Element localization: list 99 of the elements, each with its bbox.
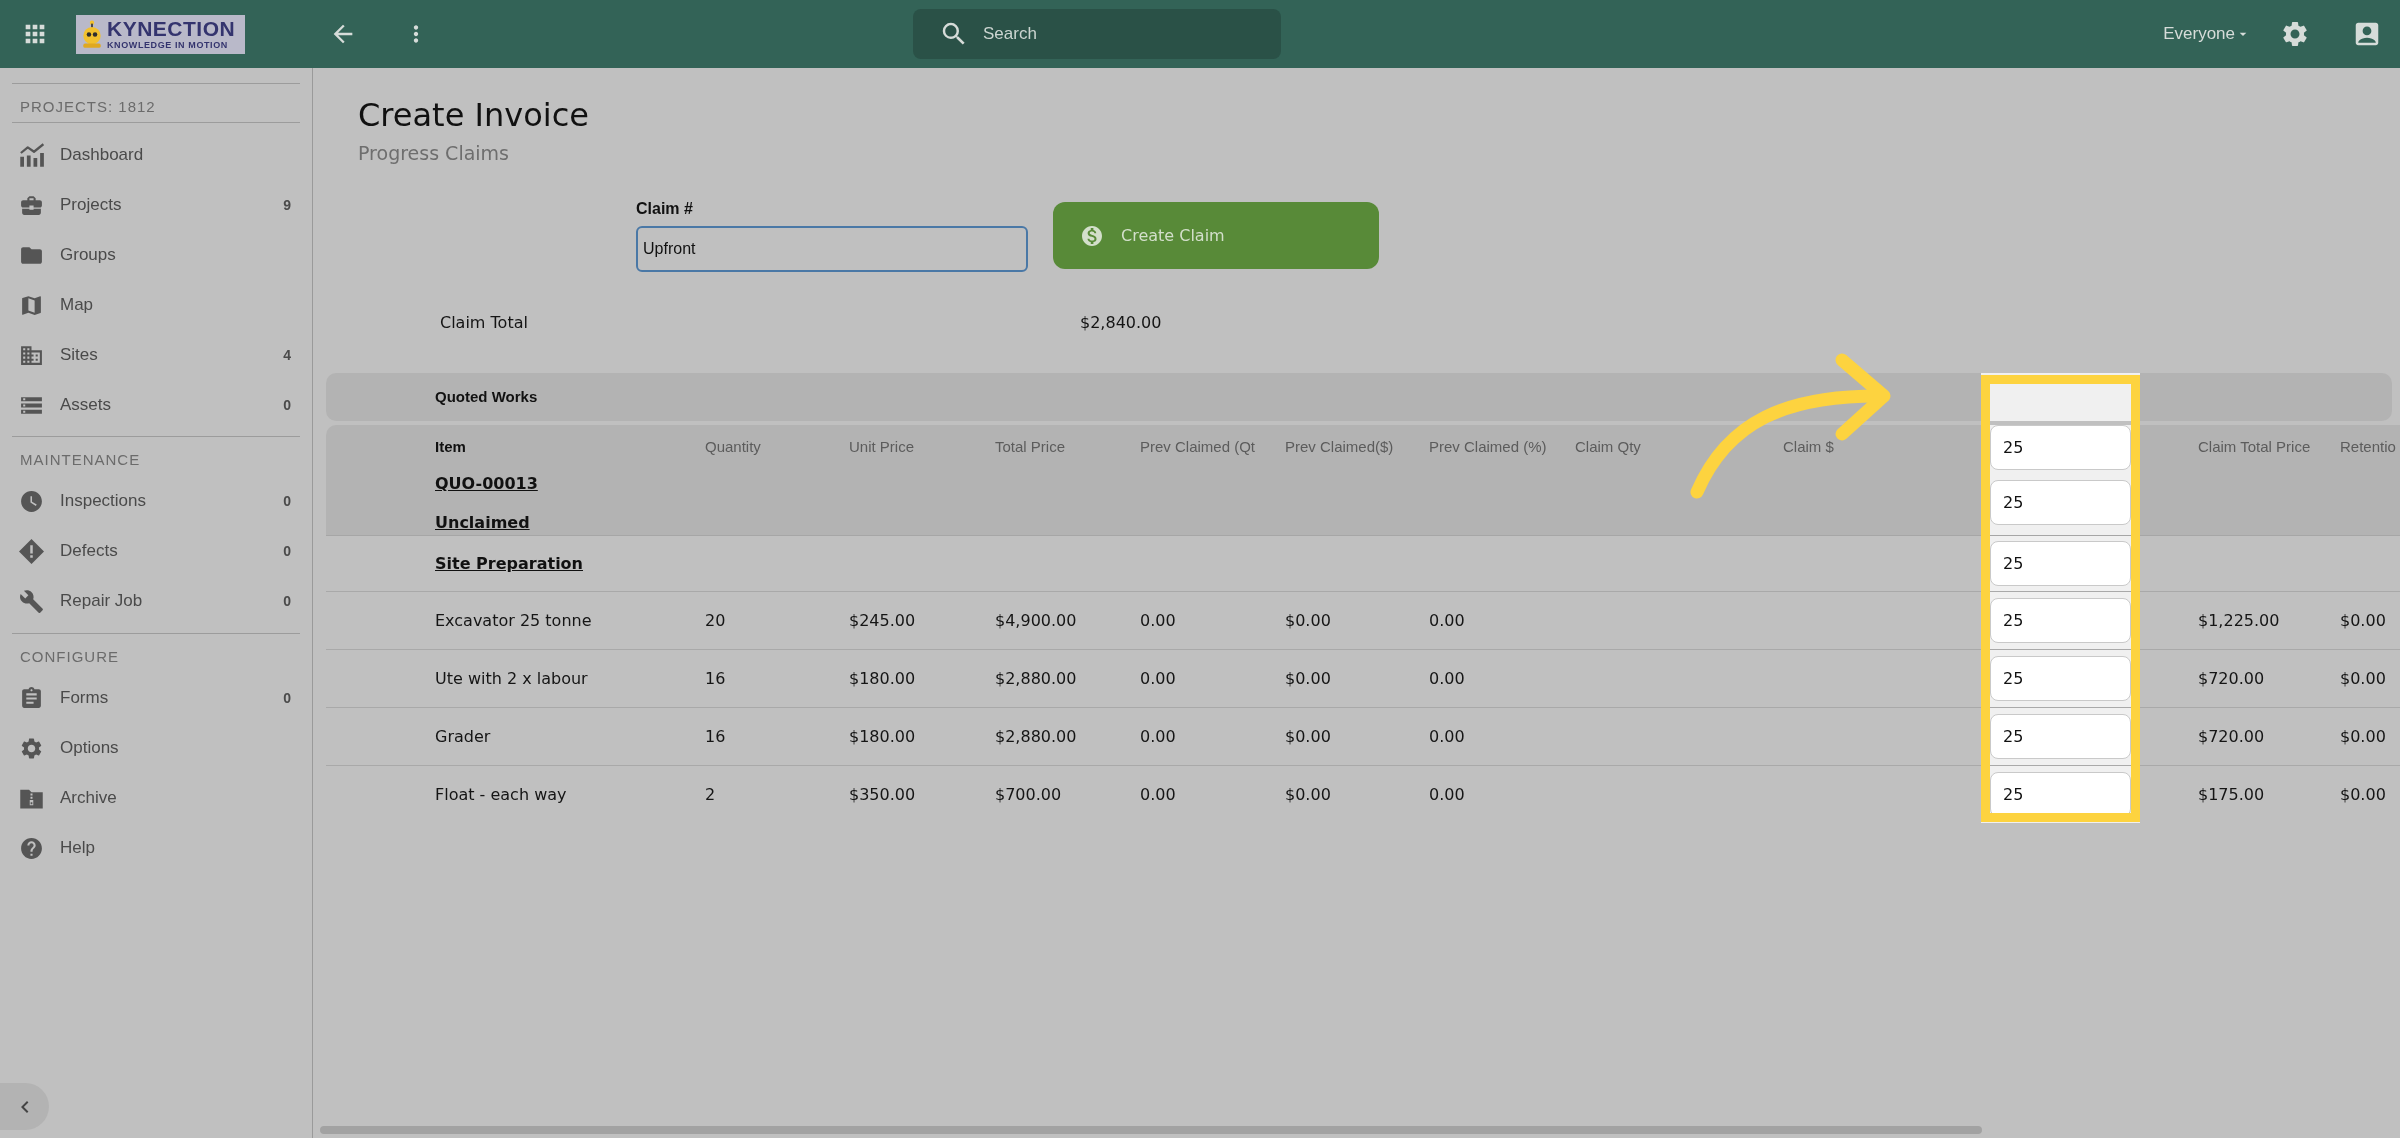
- table-cell-text: $350.00: [849, 783, 916, 806]
- sidebar-item[interactable]: Forms 0: [0, 673, 312, 723]
- table-cell-text: $0.00: [2340, 783, 2386, 806]
- table-cell-text: $2,880.00: [995, 667, 1077, 690]
- percent-input[interactable]: 25: [1990, 714, 2131, 759]
- table-cell-text: $720.00: [2198, 725, 2265, 748]
- table-cell-text: 2: [705, 783, 716, 806]
- wrench-icon: [19, 588, 44, 614]
- item-count: 4: [283, 345, 291, 365]
- table-cell-text: $175.00: [2198, 783, 2265, 806]
- table-cell-text: $0.00: [1285, 609, 1331, 632]
- percent-input[interactable]: 25: [1990, 656, 2131, 701]
- percent-input[interactable]: 25: [1990, 541, 2131, 586]
- section-heading: Site Preparation: [435, 552, 583, 575]
- page-subtitle: Progress Claims: [358, 141, 509, 165]
- sidebar-item[interactable]: Repair Job 0: [0, 576, 312, 626]
- table-cell-text: $4,900.00: [995, 609, 1077, 632]
- sidebar-item[interactable]: Help: [0, 823, 312, 873]
- alert-diamond-icon: [19, 538, 44, 564]
- table-cell-text: 0.00: [1140, 609, 1176, 632]
- percent-input[interactable]: 25: [1990, 480, 2131, 525]
- table-cell-text: $180.00: [849, 667, 916, 690]
- table-cell-text: 16: [705, 667, 726, 690]
- table-cell-text: $1,225.00: [2198, 609, 2280, 632]
- item-count: 0: [283, 395, 291, 415]
- column-header: Claim Qty: [1575, 437, 1641, 458]
- table-cell-text: $0.00: [1285, 667, 1331, 690]
- table-cell-text: 0.00: [1429, 783, 1465, 806]
- claim-number-input[interactable]: Upfront: [636, 226, 1028, 272]
- section-title: Quoted Works: [435, 386, 538, 407]
- column-header: Retentio: [2340, 437, 2396, 458]
- sidebar-item[interactable]: Assets 0: [0, 380, 312, 430]
- sidebar-item[interactable]: Options: [0, 723, 312, 773]
- chart-icon: [19, 142, 44, 168]
- column-header: Item: [435, 437, 466, 458]
- item-count: 0: [283, 688, 291, 708]
- sidebar-item[interactable]: Map: [0, 280, 312, 330]
- item-count: 0: [283, 491, 291, 511]
- table-cell-text: $180.00: [849, 725, 916, 748]
- sidebar-section-title: MAINTENANCE: [19, 450, 142, 470]
- status-heading: Unclaimed: [435, 513, 530, 533]
- table-cell-text: Float - each way: [435, 783, 567, 806]
- table-cell-text: $245.00: [849, 609, 916, 632]
- table-cell-text: 0.00: [1429, 725, 1465, 748]
- sidebar-item[interactable]: Projects 9: [0, 180, 312, 230]
- table-cell-text: $2,880.00: [995, 725, 1077, 748]
- table-cell-text: 0.00: [1429, 667, 1465, 690]
- column-header: Total Price: [995, 437, 1066, 458]
- sidebar-section-title: CONFIGURE: [19, 647, 120, 667]
- table-cell-text: $0.00: [2340, 725, 2386, 748]
- column-header: Claim $: [1783, 437, 1834, 458]
- column-header: Prev Claimed (%): [1429, 437, 1547, 458]
- create-claim-button[interactable]: Create Claim: [1053, 202, 1379, 269]
- table-cell-text: 0.00: [1140, 725, 1176, 748]
- percent-input[interactable]: 25: [1990, 425, 2131, 470]
- sidebar-header: PROJECTS: 1812: [19, 97, 157, 117]
- table-cell-text: Excavator 25 tonne: [435, 609, 592, 632]
- claim-total-label: Claim Total: [440, 312, 529, 334]
- field-label: Claim #: [636, 199, 693, 219]
- logo-tagline: KNOWLEDGE IN MOTION: [107, 39, 229, 51]
- table-cell-text: 0.00: [1140, 667, 1176, 690]
- settings-icon[interactable]: [2280, 19, 2310, 49]
- table-cell-text: 16: [705, 725, 726, 748]
- sidebar-item[interactable]: Defects 0: [0, 526, 312, 576]
- sidebar-item[interactable]: Archive: [0, 773, 312, 823]
- column-header: Claim Total Price: [2198, 437, 2311, 458]
- sidebar-item[interactable]: Groups: [0, 230, 312, 280]
- clipboard-icon: [19, 685, 44, 711]
- table-cell-text: Grader: [435, 725, 491, 748]
- dollar-coin-icon: [1080, 223, 1104, 248]
- table-cell-text: $0.00: [1285, 783, 1331, 806]
- table-cell-text: $0.00: [2340, 667, 2386, 690]
- sidebar-item[interactable]: Sites 4: [0, 330, 312, 380]
- table-cell-text: $700.00: [995, 783, 1062, 806]
- search-field[interactable]: Search: [913, 9, 1281, 59]
- sidebar-item[interactable]: Dashboard: [0, 130, 312, 180]
- claim-total-value: $2,840.00: [1080, 312, 1162, 334]
- column-header: Prev Claimed($): [1285, 437, 1394, 458]
- help-icon: [19, 835, 44, 861]
- item-count: 9: [283, 195, 291, 215]
- column-header: Quantity: [705, 437, 761, 458]
- clock-icon: [19, 488, 44, 514]
- column-header: Prev Claimed (Qt: [1140, 437, 1256, 458]
- logo-wordmark: KYNECTION: [107, 17, 236, 40]
- table-cell-text: $0.00: [2340, 609, 2386, 632]
- item-count: 0: [283, 591, 291, 611]
- table-cell-text: 20: [705, 609, 726, 632]
- table-cell-text: Ute with 2 x labour: [435, 667, 588, 690]
- sidebar-item[interactable]: Inspections 0: [0, 476, 312, 526]
- percent-input[interactable]: 25: [1990, 598, 2131, 643]
- page-title: Create Invoice: [358, 96, 589, 134]
- table-cell-text: 0.00: [1140, 783, 1176, 806]
- table-cell-text: $720.00: [2198, 667, 2265, 690]
- audience-dropdown[interactable]: Everyone: [2163, 21, 2251, 47]
- column-header: Unit Price: [849, 437, 915, 458]
- item-count: 0: [283, 541, 291, 561]
- table-cell-text: $0.00: [1285, 725, 1331, 748]
- quote-number-link[interactable]: QUO-00013: [435, 474, 538, 494]
- table-cell-text: 0.00: [1429, 609, 1465, 632]
